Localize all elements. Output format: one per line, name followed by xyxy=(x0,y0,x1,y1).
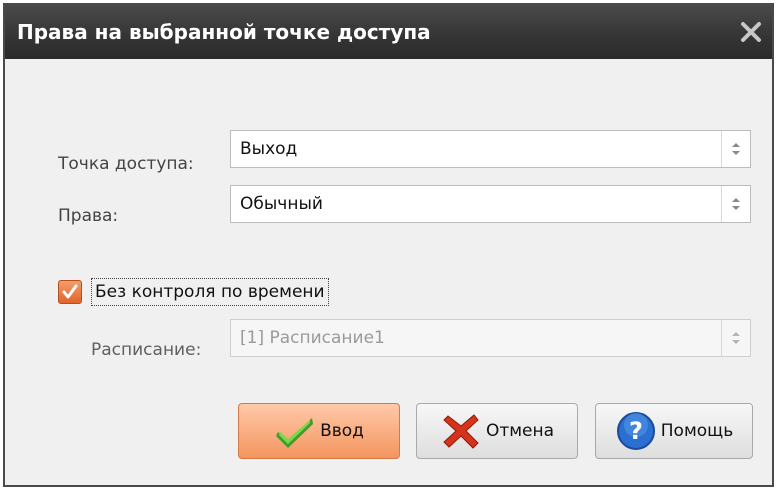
ok-button[interactable]: Ввод xyxy=(238,403,400,459)
title-bar[interactable]: Права на выбранной точке доступа xyxy=(5,5,772,59)
schedule-label: Расписание: xyxy=(91,340,202,360)
checkmark-icon xyxy=(276,418,314,448)
cancel-button[interactable]: Отмена xyxy=(416,403,578,459)
no-time-control-checkbox[interactable] xyxy=(58,280,82,304)
rights-value: Обычный xyxy=(240,194,323,214)
close-icon[interactable] xyxy=(736,17,766,47)
spin-updown-icon[interactable] xyxy=(721,131,750,167)
dialog-content: Точка доступа: Выход Права: Обычный Без … xyxy=(5,59,772,485)
cancel-button-label: Отмена xyxy=(485,421,555,441)
access-point-select[interactable]: Выход xyxy=(230,130,751,168)
ok-button-label: Ввод xyxy=(320,421,364,441)
dialog-title: Права на выбранной точке доступа xyxy=(17,20,431,44)
no-time-control-label[interactable]: Без контроля по времени xyxy=(91,278,329,306)
svg-text:?: ? xyxy=(629,417,643,445)
cancel-x-icon xyxy=(443,414,479,449)
help-button[interactable]: ? Помощь xyxy=(595,403,753,459)
rights-select[interactable]: Обычный xyxy=(230,185,751,223)
access-point-value: Выход xyxy=(240,139,298,159)
schedule-value: [1] Расписание1 xyxy=(240,328,385,348)
dialog-window: Права на выбранной точке доступа Точка д… xyxy=(3,3,774,487)
access-point-label: Точка доступа: xyxy=(58,154,194,174)
spin-updown-icon[interactable] xyxy=(721,186,750,222)
rights-label: Права: xyxy=(58,206,119,226)
help-button-label: Помощь xyxy=(660,421,734,441)
spin-updown-icon xyxy=(721,320,750,356)
help-question-icon: ? xyxy=(616,412,655,450)
checkmark-icon xyxy=(62,284,78,299)
schedule-select: [1] Расписание1 xyxy=(230,319,751,357)
